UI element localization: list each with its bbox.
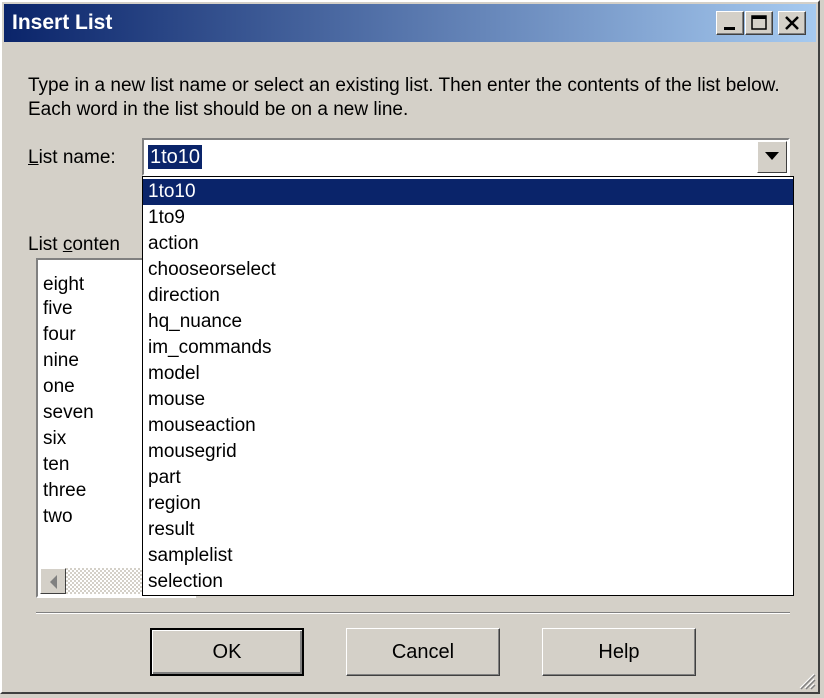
window-title: Insert List: [12, 11, 113, 34]
instructions-text: Type in a new list name or select an exi…: [28, 75, 780, 120]
list-name-combobox[interactable]: 1to10: [142, 138, 790, 176]
button-separator: [36, 612, 790, 614]
scroll-left-button[interactable]: [40, 568, 66, 594]
insert-list-dialog: Insert List Type in a new list name or s…: [0, 0, 820, 694]
list-name-label-rest: ist name:: [38, 147, 116, 168]
resize-grip-icon[interactable]: [794, 668, 816, 690]
minimize-button[interactable]: [716, 11, 744, 35]
chevron-down-icon: [765, 152, 779, 160]
list-name-value[interactable]: 1to10: [148, 145, 203, 169]
dropdown-option[interactable]: direction: [143, 283, 793, 309]
list-name-dropdown-button[interactable]: [757, 141, 787, 173]
dropdown-option[interactable]: region: [143, 491, 793, 517]
list-name-dropdown-list[interactable]: 1to10 1to9 action chooseorselect directi…: [142, 176, 794, 596]
dropdown-option[interactable]: chooseorselect: [143, 257, 793, 283]
close-icon: [785, 16, 799, 30]
close-button[interactable]: [778, 11, 806, 35]
list-content-line: one: [43, 376, 75, 397]
list-content-line: three: [43, 480, 87, 501]
dropdown-option[interactable]: result: [143, 517, 793, 543]
list-content-line: four: [43, 324, 76, 345]
list-name-label-accel: L: [28, 147, 39, 168]
list-content-line: seven: [43, 402, 94, 423]
list-contents-label-rest: onten: [72, 234, 120, 255]
dropdown-option[interactable]: 1to10: [143, 179, 793, 205]
dropdown-option[interactable]: part: [143, 465, 793, 491]
dropdown-option[interactable]: selection: [143, 569, 793, 595]
arrow-left-icon: [50, 575, 57, 589]
dropdown-option[interactable]: mouse: [143, 387, 793, 413]
list-contents-label-pre: List: [28, 234, 63, 255]
dropdown-option[interactable]: im_commands: [143, 335, 793, 361]
list-content-line: ten: [43, 454, 70, 475]
dropdown-option[interactable]: action: [143, 231, 793, 257]
list-content-line: five: [43, 298, 73, 319]
title-bar[interactable]: Insert List: [4, 4, 816, 42]
list-content-line: eight: [43, 274, 85, 295]
dropdown-option[interactable]: samplelist: [143, 543, 793, 569]
cancel-button[interactable]: Cancel: [346, 628, 500, 676]
list-content-line: two: [43, 506, 73, 527]
ok-button[interactable]: OK: [150, 628, 304, 676]
list-name-label: List name:: [28, 147, 116, 169]
minimize-icon: [724, 27, 735, 30]
list-contents-label-accel: c: [62, 234, 73, 255]
list-content-line: six: [43, 428, 67, 449]
dropdown-option[interactable]: mousegrid: [143, 439, 793, 465]
maximize-button[interactable]: [745, 11, 773, 35]
help-button[interactable]: Help: [542, 628, 696, 676]
dropdown-option[interactable]: mouseaction: [143, 413, 793, 439]
list-content-line: nine: [43, 350, 79, 371]
list-contents-label: List conten: [28, 234, 120, 256]
maximize-icon: [751, 15, 767, 30]
dropdown-option[interactable]: 1to9: [143, 205, 793, 231]
dropdown-option[interactable]: model: [143, 361, 793, 387]
dropdown-option[interactable]: hq_nuance: [143, 309, 793, 335]
